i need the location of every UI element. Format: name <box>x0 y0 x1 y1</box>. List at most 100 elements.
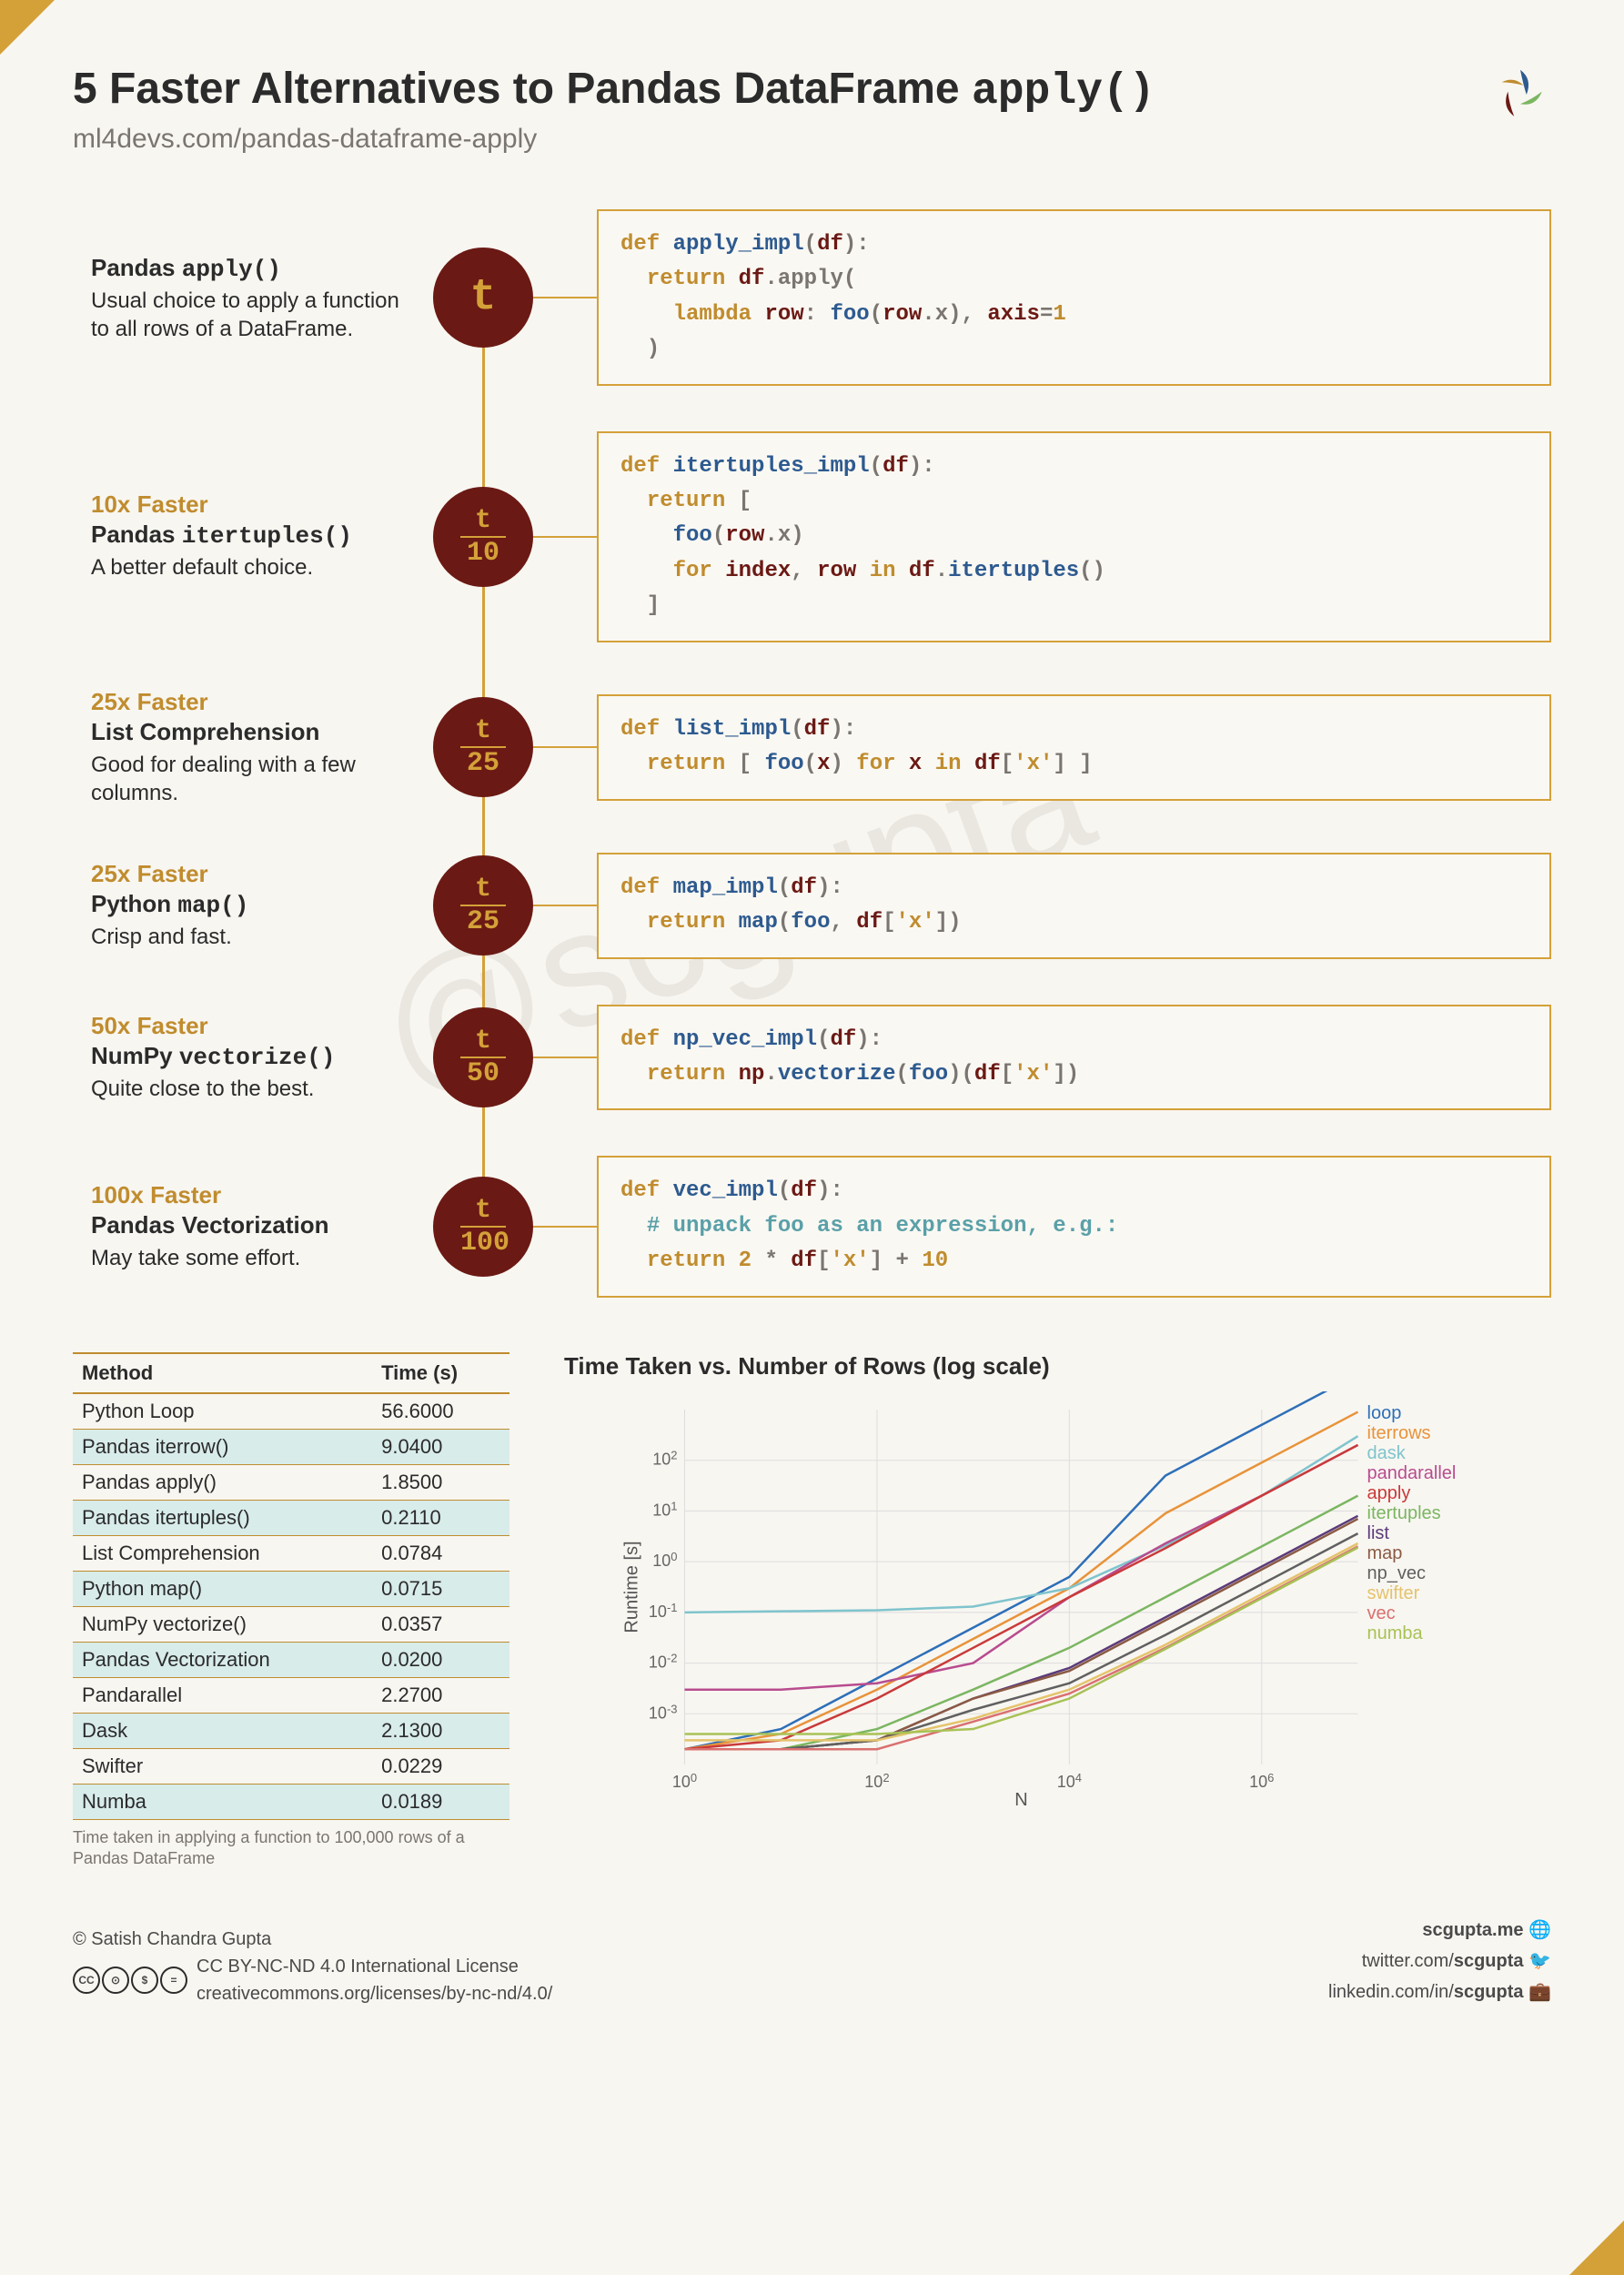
svg-text:Runtime [s]: Runtime [s] <box>622 1541 642 1633</box>
svg-text:102: 102 <box>864 1771 889 1791</box>
code-snippet: def itertuples_impl(df): return [ foo(ro… <box>597 431 1551 642</box>
cell-method: Dask <box>73 1713 372 1748</box>
svg-text:10-2: 10-2 <box>649 1651 678 1671</box>
connector-line <box>533 746 597 748</box>
code-snippet: def np_vec_impl(df): return np.vectorize… <box>597 1005 1551 1111</box>
table-row: Pandas iterrow()9.0400 <box>73 1429 509 1464</box>
link-site: scgupta.me 🌐 <box>1328 1915 1551 1946</box>
cell-method: Pandas iterrow() <box>73 1429 372 1464</box>
results-table: Method Time (s) Python Loop56.6000Pandas… <box>73 1352 509 1820</box>
cell-time: 0.0357 <box>372 1606 509 1642</box>
svg-text:101: 101 <box>652 1499 677 1519</box>
header: 5 Faster Alternatives to Pandas DataFram… <box>73 64 1551 155</box>
method-row: 25x Faster Python map() Crisp and fast. … <box>91 853 1551 959</box>
method-title: Pandas itertuples() <box>91 521 400 550</box>
cell-time: 2.1300 <box>372 1713 509 1748</box>
legend-itertuples: itertuples <box>1367 1503 1441 1523</box>
method-desc-col: 10x Faster Pandas itertuples() A better … <box>91 490 419 581</box>
connector-line <box>533 536 597 538</box>
legend-iterrows: iterrows <box>1367 1423 1431 1443</box>
method-row: 100x Faster Pandas Vectorization May tak… <box>91 1156 1551 1297</box>
speed-label: 100x Faster <box>91 1181 400 1209</box>
method-desc-col: 50x Faster NumPy vectorize() Quite close… <box>91 1012 419 1103</box>
cell-method: List Comprehension <box>73 1535 372 1571</box>
legend-loop: loop <box>1367 1403 1402 1423</box>
svg-text:106: 106 <box>1249 1771 1274 1791</box>
cell-method: Swifter <box>73 1748 372 1784</box>
code-snippet: def apply_impl(df): return df.apply( lam… <box>597 209 1551 386</box>
table-row: Pandas Vectorization0.0200 <box>73 1642 509 1677</box>
cell-method: Python Loop <box>73 1393 372 1430</box>
legend-pandarallel: pandarallel <box>1367 1463 1457 1483</box>
subtitle-url: ml4devs.com/pandas-dataframe-apply <box>73 124 1155 155</box>
method-description: Good for dealing with a few columns. <box>91 751 400 807</box>
corner-decoration-br <box>1569 2220 1624 2275</box>
code-snippet: def list_impl(df): return [ foo(x) for x… <box>597 694 1551 801</box>
timeline: Pandas apply() Usual choice to apply a f… <box>91 209 1551 1298</box>
footer: © Satish Chandra Gupta CC⊙$= CC BY-NC-ND… <box>73 1915 1551 2007</box>
code-snippet: def map_impl(df): return map(foo, df['x'… <box>597 853 1551 959</box>
cell-time: 1.8500 <box>372 1464 509 1500</box>
license-text: CC BY-NC-ND 4.0 International License <box>197 1956 519 1977</box>
svg-text:104: 104 <box>1057 1771 1082 1791</box>
cell-method: Pandas Vectorization <box>73 1642 372 1677</box>
series-numba <box>685 1547 1358 1734</box>
svg-text:10-3: 10-3 <box>649 1702 678 1722</box>
connector-line <box>533 905 597 906</box>
cell-method: NumPy vectorize() <box>73 1606 372 1642</box>
method-description: May take some effort. <box>91 1244 400 1272</box>
cell-time: 0.2110 <box>372 1500 509 1535</box>
legend-list: list <box>1367 1523 1390 1543</box>
method-title: Pandas Vectorization <box>91 1211 400 1240</box>
legend-vec: vec <box>1367 1603 1396 1623</box>
cell-method: Pandas apply() <box>73 1464 372 1500</box>
legend-numba: numba <box>1367 1623 1424 1643</box>
connector-line <box>533 1226 597 1228</box>
speed-label: 10x Faster <box>91 490 400 519</box>
series-iterrows <box>685 1411 1358 1749</box>
method-description: Usual choice to apply a function to all … <box>91 287 400 343</box>
method-description: Crisp and fast. <box>91 923 400 951</box>
code-snippet: def vec_impl(df): # unpack foo as an exp… <box>597 1156 1551 1297</box>
method-description: A better default choice. <box>91 553 400 581</box>
cell-method: Python map() <box>73 1571 372 1606</box>
speed-label: 25x Faster <box>91 860 400 888</box>
cell-time: 0.0715 <box>372 1571 509 1606</box>
cell-method: Numba <box>73 1784 372 1819</box>
chart-title: Time Taken vs. Number of Rows (log scale… <box>564 1352 1551 1380</box>
speed-badge: t25 <box>433 697 533 797</box>
legend-dask: dask <box>1367 1443 1407 1463</box>
table-row: Swifter0.0229 <box>73 1748 509 1784</box>
speed-badge: t50 <box>433 1007 533 1107</box>
corner-decoration-tl <box>0 0 55 55</box>
speed-label: 25x Faster <box>91 688 400 716</box>
cell-time: 2.2700 <box>372 1677 509 1713</box>
svg-text:100: 100 <box>672 1771 697 1791</box>
license-url: creativecommons.org/licenses/by-nc-nd/4.… <box>197 1984 552 2004</box>
cell-method: Pandarallel <box>73 1677 372 1713</box>
copyright: © Satish Chandra Gupta <box>73 1926 552 1953</box>
table-row: Pandas itertuples()0.2110 <box>73 1500 509 1535</box>
method-desc-col: 25x Faster List Comprehension Good for d… <box>91 688 419 807</box>
method-row: 10x Faster Pandas itertuples() A better … <box>91 431 1551 642</box>
table-row: Python Loop56.6000 <box>73 1393 509 1430</box>
legend-apply: apply <box>1367 1483 1411 1503</box>
series-pandarallel <box>685 1445 1358 1690</box>
th-method: Method <box>73 1353 372 1393</box>
legend-map: map <box>1367 1543 1403 1563</box>
cell-time: 56.6000 <box>372 1393 509 1430</box>
method-row: 25x Faster List Comprehension Good for d… <box>91 688 1551 807</box>
cc-icons: CC⊙$= <box>73 1967 187 1994</box>
series-np_vec <box>685 1533 1358 1749</box>
chart: 10010210410610-310-210-1100101102loopite… <box>564 1391 1551 1810</box>
method-desc-col: 100x Faster Pandas Vectorization May tak… <box>91 1181 419 1272</box>
method-title: NumPy vectorize() <box>91 1042 400 1071</box>
legend-swifter: swifter <box>1367 1583 1420 1603</box>
svg-text:10-1: 10-1 <box>649 1600 678 1620</box>
table-row: Python map()0.0715 <box>73 1571 509 1606</box>
table-row: Pandas apply()1.8500 <box>73 1464 509 1500</box>
table-row: List Comprehension0.0784 <box>73 1535 509 1571</box>
method-row: 50x Faster NumPy vectorize() Quite close… <box>91 1005 1551 1111</box>
link-twitter: twitter.com/scgupta 🐦 <box>1328 1946 1551 1977</box>
cell-time: 0.0200 <box>372 1642 509 1677</box>
